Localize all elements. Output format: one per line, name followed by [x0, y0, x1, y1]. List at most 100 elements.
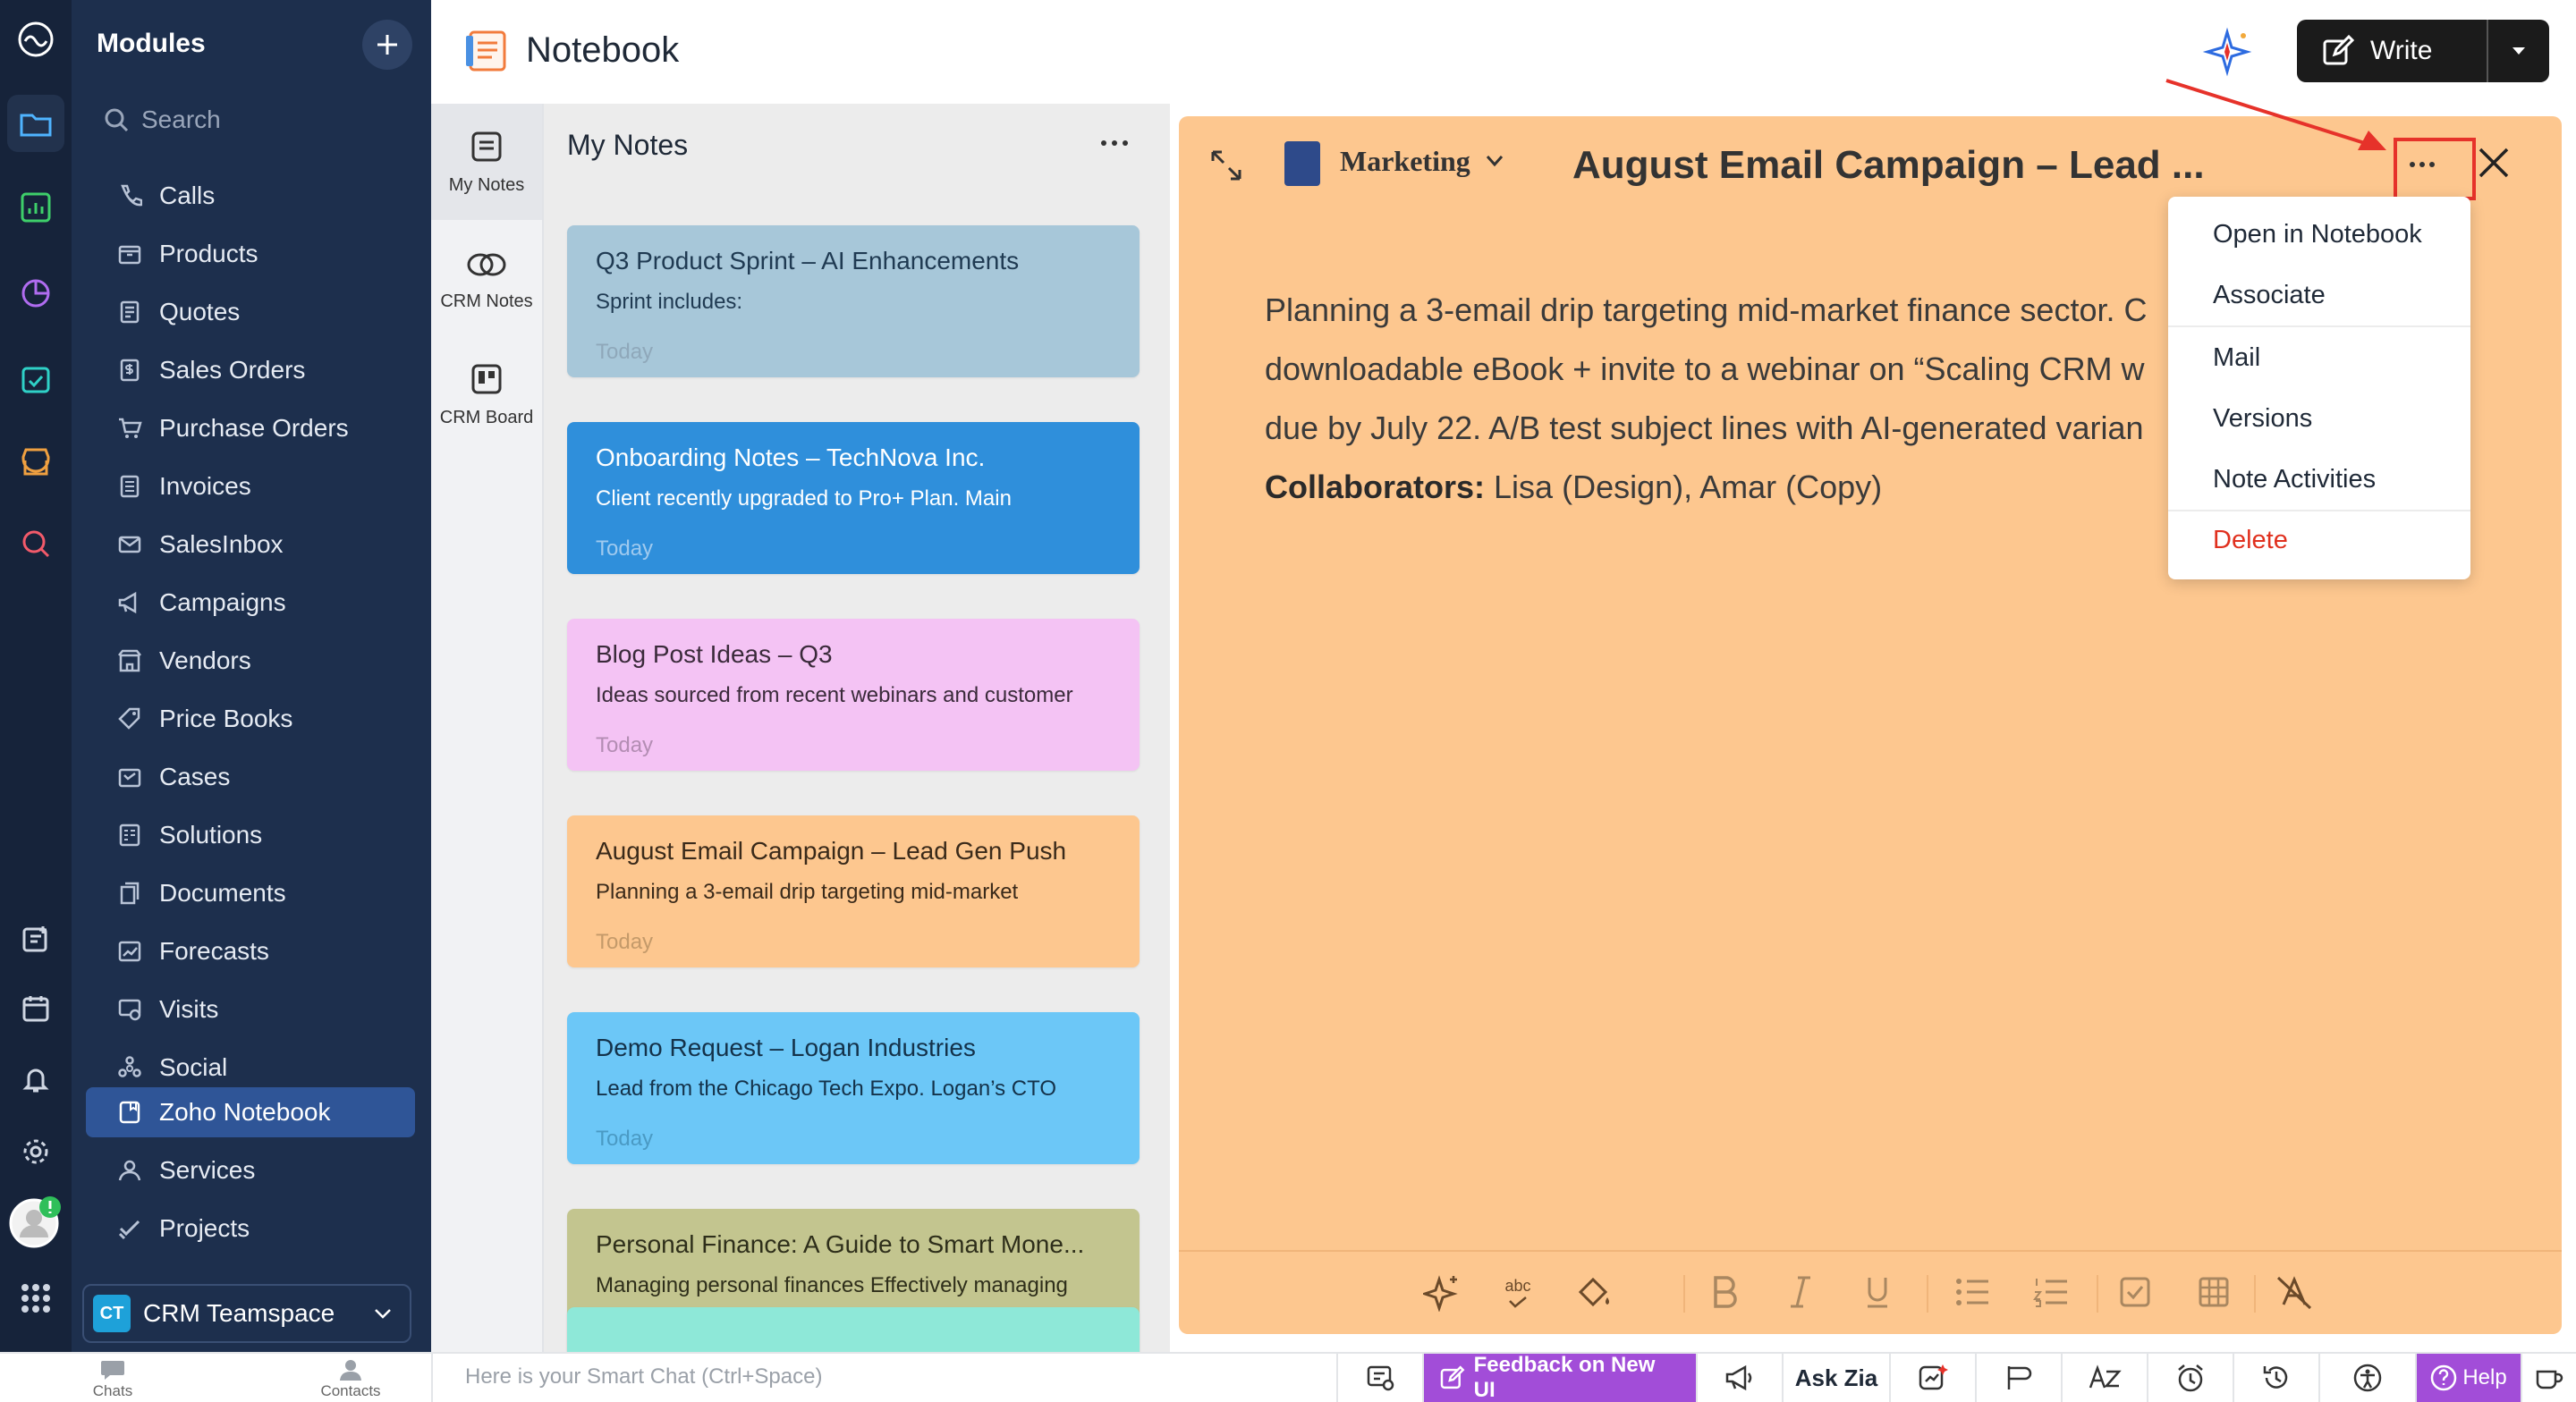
zoho-crm-logo-icon[interactable] — [7, 11, 64, 68]
note-card[interactable]: Demo Request – Logan Industries Lead from… — [567, 1012, 1140, 1164]
contacts-button[interactable]: Contacts — [297, 1359, 404, 1400]
sidebar-item-services[interactable]: Services — [86, 1145, 415, 1195]
tab-crm-notes[interactable]: CRM Notes — [431, 222, 542, 338]
mail-icon — [116, 531, 143, 558]
write-dropdown-toggle[interactable] — [2488, 20, 2549, 82]
reports-pie-icon[interactable] — [7, 265, 64, 322]
alarm-clock-icon[interactable] — [2147, 1354, 2233, 1402]
analytics-icon[interactable] — [7, 179, 64, 236]
underline-icon[interactable] — [1855, 1270, 1900, 1314]
edit-pencil-icon — [2323, 35, 2354, 65]
note-card[interactable]: Onboarding Notes – TechNova Inc. Client r… — [567, 422, 1140, 574]
bullet-list-icon[interactable] — [1950, 1270, 1995, 1314]
clear-formatting-icon[interactable] — [2272, 1270, 2317, 1314]
expand-icon[interactable] — [1209, 148, 1243, 182]
search-analytics-icon[interactable] — [7, 515, 64, 572]
zia-translate-icon[interactable] — [2061, 1354, 2147, 1402]
sidebar-item-campaigns[interactable]: Campaigns — [86, 578, 415, 628]
sidebar-item-cases[interactable]: Cases — [86, 752, 415, 802]
screen-share-icon[interactable] — [1336, 1354, 1422, 1402]
bell-icon[interactable] — [7, 1052, 64, 1109]
gear-icon[interactable] — [7, 1123, 64, 1180]
history-icon[interactable] — [2233, 1354, 2318, 1402]
calendar-check-icon[interactable] — [7, 350, 64, 408]
solution-icon — [116, 822, 143, 849]
add-module-button[interactable] — [362, 20, 412, 70]
help-button[interactable]: Help — [2415, 1354, 2521, 1402]
sidebar-item-sales-orders[interactable]: Sales Orders — [86, 345, 415, 395]
coffee-cup-icon[interactable] — [2521, 1354, 2576, 1402]
sidebar-item-salesinbox[interactable]: SalesInbox — [86, 519, 415, 570]
ask-zia-button[interactable]: Ask Zia — [1782, 1354, 1889, 1402]
note-card-title: August Email Campaign – Lead Gen Push — [596, 837, 1067, 865]
sidebar-item-purchase-orders[interactable]: Purchase Orders — [86, 403, 415, 453]
sidebar-item-invoices[interactable]: Invoices — [86, 461, 415, 511]
note-card[interactable]: Blog Post Ideas – Q3 Ideas sourced from r… — [567, 619, 1140, 771]
store-icon[interactable] — [7, 433, 64, 490]
module-search[interactable]: Search — [104, 100, 221, 139]
checkbox-icon[interactable] — [2113, 1270, 2157, 1314]
sidebar-item-zoho-notebook[interactable]: Zoho Notebook — [86, 1087, 415, 1137]
ai-sparkle-tool-icon[interactable] — [1420, 1270, 1465, 1314]
sidebar-item-projects[interactable]: Projects — [86, 1204, 415, 1254]
notes-list-more-icon[interactable] — [1098, 132, 1131, 154]
zia-insights-icon[interactable] — [1889, 1354, 1975, 1402]
menu-item-associate[interactable]: Associate — [2213, 281, 2326, 310]
chats-button[interactable]: Chats — [59, 1359, 166, 1400]
menu-item-delete[interactable]: Delete — [2213, 526, 2288, 555]
forecast-icon — [116, 938, 143, 965]
calendar-icon[interactable] — [7, 980, 64, 1037]
notebook-icon — [116, 1099, 143, 1126]
sidebar-item-price-books[interactable]: Price Books — [86, 694, 415, 744]
sidebar-item-calls[interactable]: Calls — [86, 171, 415, 221]
note-card[interactable]: August Email Campaign – Lead Gen Push Pla… — [567, 815, 1140, 967]
activity-flag-icon[interactable] — [1975, 1354, 2061, 1402]
folder-icon[interactable] — [7, 95, 64, 152]
apps-grid-icon[interactable] — [7, 1270, 64, 1327]
sidebar-item-social[interactable]: Social — [86, 1043, 415, 1093]
sidebar-item-documents[interactable]: Documents — [86, 868, 415, 918]
note-title[interactable]: August Email Campaign – Lead ... — [1572, 143, 2205, 188]
note-card-partial[interactable] — [567, 1307, 1140, 1352]
avatar[interactable] — [7, 1193, 64, 1250]
announcement-icon[interactable] — [1696, 1354, 1782, 1402]
note-card-date: Today — [596, 1127, 654, 1151]
paint-bucket-icon[interactable] — [1572, 1270, 1617, 1314]
bottom-divider — [431, 1354, 433, 1402]
tab-crm-board[interactable]: CRM Board — [431, 336, 542, 452]
add-note-icon[interactable] — [7, 910, 64, 967]
smart-chat-input[interactable]: Here is your Smart Chat (Ctrl+Space) — [465, 1364, 822, 1389]
menu-divider — [2168, 325, 2470, 327]
modules-title: Modules — [97, 29, 206, 58]
feedback-button[interactable]: Feedback on New UI — [1422, 1353, 1696, 1402]
caret-down-icon — [2512, 47, 2525, 55]
menu-item-note-activities[interactable]: Note Activities — [2213, 465, 2376, 494]
tab-my-notes[interactable]: My Notes — [431, 104, 542, 220]
close-icon — [2479, 148, 2509, 178]
chevron-down-icon[interactable] — [1485, 154, 1504, 168]
zia-sparkle-icon[interactable] — [2202, 27, 2252, 77]
notebook-name[interactable]: Marketing — [1340, 145, 1470, 178]
close-button[interactable] — [2476, 145, 2512, 181]
toolbar-divider — [1179, 1250, 2562, 1252]
sidebar-item-visits[interactable]: Visits — [86, 984, 415, 1035]
sidebar-item-products[interactable]: Products — [86, 229, 415, 279]
sidebar-item-vendors[interactable]: Vendors — [86, 636, 415, 686]
menu-item-open-in-notebook[interactable]: Open in Notebook — [2213, 220, 2422, 249]
notebook-cover-thumbnail[interactable] — [1284, 141, 1320, 186]
menu-item-versions[interactable]: Versions — [2213, 404, 2312, 434]
note-card[interactable]: Q3 Product Sprint – AI Enhancements Sprin… — [567, 225, 1140, 377]
italic-icon[interactable] — [1778, 1270, 1823, 1314]
toolbar-separator — [1683, 1275, 1685, 1313]
teamspace-switcher[interactable]: CT CRM Teamspace — [82, 1284, 411, 1343]
table-icon[interactable] — [2191, 1270, 2236, 1314]
accessibility-icon[interactable] — [2318, 1354, 2415, 1402]
sidebar-item-forecasts[interactable]: Forecasts — [86, 926, 415, 976]
bold-icon[interactable] — [1701, 1270, 1746, 1314]
numbered-list-icon[interactable] — [2029, 1270, 2073, 1314]
spellcheck-tool[interactable]: abc — [1496, 1270, 1540, 1314]
chat-icon — [101, 1361, 124, 1380]
menu-item-mail[interactable]: Mail — [2213, 343, 2260, 373]
sidebar-item-quotes[interactable]: Quotes — [86, 287, 415, 337]
sidebar-item-solutions[interactable]: Solutions — [86, 810, 415, 860]
